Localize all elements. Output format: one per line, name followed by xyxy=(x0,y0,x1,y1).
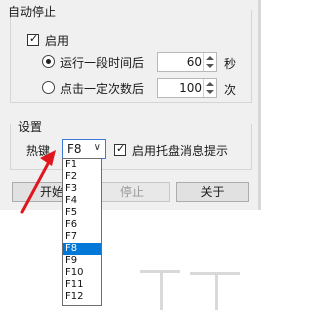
hotkey-selected-value[interactable]: F8 xyxy=(67,142,82,156)
hotkey-option[interactable]: F2 xyxy=(63,171,101,183)
run-time-label[interactable]: 运行一段时间后 xyxy=(60,54,144,71)
hotkey-option[interactable]: F4 xyxy=(63,195,101,207)
about-button[interactable]: 关于 xyxy=(176,182,249,202)
settings-group-label: 设置 xyxy=(18,120,43,134)
spin-down-icon[interactable] xyxy=(206,64,214,68)
run-time-value[interactable]: 60 xyxy=(187,55,202,69)
hotkey-label: 热键 xyxy=(26,144,51,158)
click-count-spin-arrows[interactable] xyxy=(203,79,216,97)
check-mark-icon: ✓ xyxy=(29,32,39,45)
auto-stop-enable-checkbox[interactable]: ✓ xyxy=(27,32,39,46)
hotkey-select[interactable]: F8 ∨ xyxy=(62,139,106,159)
hotkey-option[interactable]: F9 xyxy=(63,255,101,267)
hotkey-option[interactable]: F11 xyxy=(63,279,101,291)
run-time-spin-arrows[interactable] xyxy=(203,53,216,71)
run-time-unit: 秒 xyxy=(224,57,237,71)
click-count-radio[interactable] xyxy=(42,81,55,94)
hotkey-option[interactable]: F12 xyxy=(63,291,101,303)
auto-stop-enable-label[interactable]: 启用 xyxy=(45,32,69,49)
hotkey-option[interactable]: F8 xyxy=(63,243,101,255)
click-count-spinbox[interactable]: 100 xyxy=(157,78,217,98)
watermark-graphic xyxy=(215,272,218,310)
check-mark-icon: ✓ xyxy=(116,142,126,155)
radio-dot-icon xyxy=(46,59,51,64)
hotkey-dropdown-list[interactable]: F1 F2 F3 F4 F5 F6 F7 F8 F9 F10 F11 F12 xyxy=(62,158,102,306)
watermark-graphic xyxy=(160,270,163,310)
hotkey-option[interactable]: F10 xyxy=(63,267,101,279)
tray-notify-checkbox[interactable]: ✓ xyxy=(114,142,126,156)
hotkey-option[interactable]: F1 xyxy=(63,159,101,171)
run-time-radio[interactable] xyxy=(42,55,55,68)
spin-up-icon[interactable] xyxy=(206,82,214,86)
auto-stop-group-label: 自动停止 xyxy=(8,5,57,19)
hotkey-option[interactable]: F3 xyxy=(63,183,101,195)
scrollbar[interactable] xyxy=(258,0,261,210)
spin-down-icon[interactable] xyxy=(206,90,214,94)
stop-button[interactable]: 停止 xyxy=(94,182,170,202)
hotkey-option[interactable]: F7 xyxy=(63,231,101,243)
tray-notify-label[interactable]: 启用托盘消息提示 xyxy=(132,142,228,159)
settings-panel: 自动停止 ✓ 启用 运行一段时间后 60 秒 点击一定次数后 100 次 设置 … xyxy=(0,0,261,210)
hotkey-option[interactable]: F6 xyxy=(63,219,101,231)
hotkey-option[interactable]: F5 xyxy=(63,207,101,219)
click-count-value[interactable]: 100 xyxy=(179,81,202,95)
click-count-label[interactable]: 点击一定次数后 xyxy=(60,80,144,97)
spin-up-icon[interactable] xyxy=(206,56,214,60)
run-time-spinbox[interactable]: 60 xyxy=(157,52,217,72)
chevron-down-icon[interactable]: ∨ xyxy=(94,142,101,153)
click-count-unit: 次 xyxy=(224,83,237,97)
